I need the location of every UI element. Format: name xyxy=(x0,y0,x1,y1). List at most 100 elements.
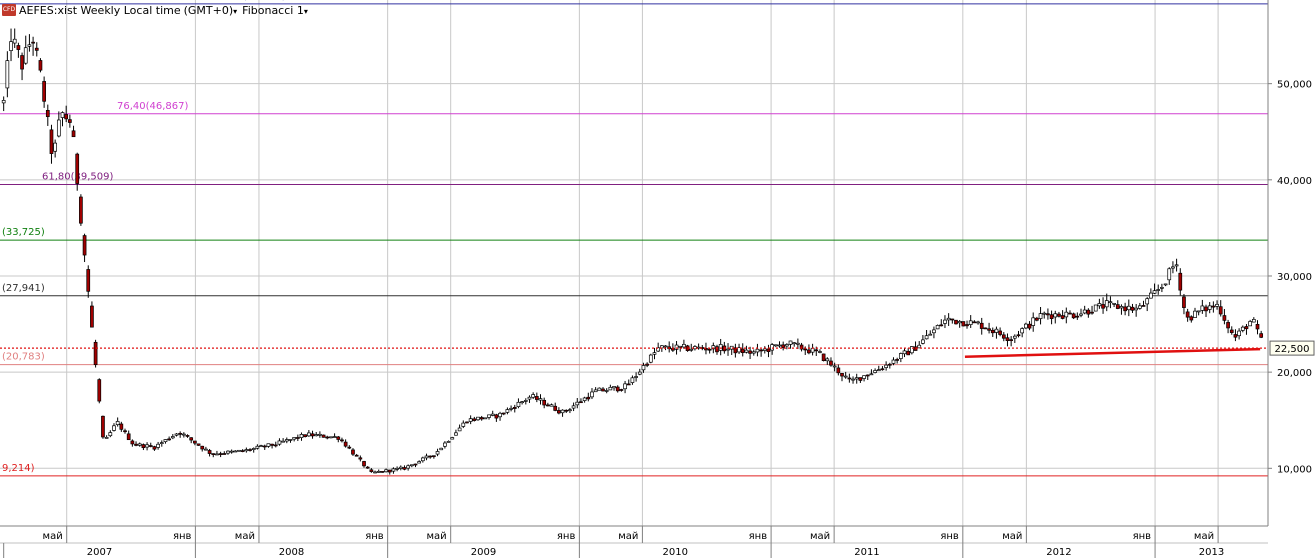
candle-body xyxy=(950,318,955,321)
candle-body xyxy=(398,466,403,469)
candle-body xyxy=(487,414,491,418)
candle-body xyxy=(1042,312,1047,315)
candle-body xyxy=(1035,317,1039,321)
candle-body xyxy=(446,441,451,443)
candle-body xyxy=(310,433,315,437)
candle-body xyxy=(75,153,80,184)
candle-body xyxy=(748,350,752,354)
candle-body xyxy=(946,317,951,321)
candle-body xyxy=(523,400,528,402)
candle-body xyxy=(943,319,947,324)
candle-body xyxy=(586,396,591,400)
candle-body xyxy=(1145,298,1150,305)
candle-body xyxy=(483,417,488,420)
candle-body xyxy=(222,453,227,455)
candle-body xyxy=(1178,272,1183,291)
candle-body xyxy=(1064,311,1069,318)
candle-body xyxy=(972,321,977,324)
candle-body xyxy=(248,449,252,451)
candle-body xyxy=(726,348,730,351)
candle-body xyxy=(796,342,800,345)
y-tick-label: 20,000 xyxy=(1277,368,1312,379)
candle-body xyxy=(295,437,300,439)
candle-body xyxy=(443,442,447,447)
candle-body xyxy=(207,450,212,454)
timezone-dropdown[interactable]: (GMT+0)▾ xyxy=(184,4,238,17)
candle-body xyxy=(1024,323,1028,329)
x-month-label: май xyxy=(1194,531,1214,542)
candle-body xyxy=(145,444,149,448)
candle-body xyxy=(1237,330,1241,337)
y-tick-label: 50,000 xyxy=(1277,80,1312,91)
candle-body xyxy=(851,378,855,381)
candle-body xyxy=(637,371,642,375)
candle-body xyxy=(623,383,627,390)
candle-body xyxy=(766,348,771,352)
candle-body xyxy=(86,269,91,292)
candle-body xyxy=(391,468,396,472)
candle-body xyxy=(887,363,892,366)
candle-body xyxy=(244,449,249,452)
candle-body xyxy=(1200,305,1205,311)
candle-body xyxy=(255,445,260,449)
candle-body xyxy=(137,443,142,446)
candle-body xyxy=(604,390,609,392)
candle-body xyxy=(718,344,723,351)
candle-body xyxy=(998,330,1002,335)
candle-body xyxy=(597,387,602,391)
candle-body xyxy=(1193,310,1197,318)
candle-body xyxy=(615,386,620,392)
candle-body xyxy=(204,448,208,451)
candle-body xyxy=(101,415,105,438)
price-chart[interactable]: 100,00(58,298)76,40(46,867)61,80(39,509)… xyxy=(0,0,1316,558)
candle-body xyxy=(976,321,980,324)
candle-body xyxy=(56,119,61,137)
candle-body xyxy=(1174,264,1179,267)
candle-body xyxy=(237,449,241,452)
candle-body xyxy=(612,386,616,389)
candle-body xyxy=(1108,301,1113,304)
x-year-label: 2007 xyxy=(87,547,112,558)
candle-body xyxy=(542,399,547,406)
y-tick-label: 10,000 xyxy=(1277,464,1312,475)
candle-body xyxy=(380,471,385,473)
candle-body xyxy=(148,445,153,447)
candle-body xyxy=(1071,313,1076,319)
study-dropdown[interactable]: Fibonacci 1▾ xyxy=(242,4,308,17)
candle-body xyxy=(277,440,282,445)
candle-body xyxy=(178,433,183,435)
candle-body xyxy=(1009,339,1013,341)
x-month-label: май xyxy=(427,531,447,542)
candle-body xyxy=(1248,321,1252,327)
candle-body xyxy=(420,457,425,462)
candle-body xyxy=(505,409,510,413)
candle-body xyxy=(170,436,175,439)
candle-body xyxy=(424,455,429,459)
candle-body xyxy=(1182,296,1186,308)
candle-body xyxy=(49,129,54,154)
candle-body xyxy=(1123,306,1127,312)
candle-body xyxy=(1046,313,1050,316)
candle-body xyxy=(1075,315,1080,318)
candle-body xyxy=(362,461,366,467)
candle-body xyxy=(20,55,24,70)
candle-body xyxy=(1112,302,1116,305)
candle-body xyxy=(108,432,113,437)
candle-body xyxy=(112,425,116,431)
candle-body xyxy=(553,405,558,411)
fib-level-label: (20,783) xyxy=(2,352,45,363)
candle-body xyxy=(645,363,649,366)
candle-body xyxy=(321,434,326,438)
candle-body xyxy=(1038,313,1043,319)
candle-body xyxy=(590,391,594,398)
candle-body xyxy=(792,342,797,345)
candle-body xyxy=(358,457,363,460)
candle-body xyxy=(119,423,124,430)
candle-body xyxy=(1255,323,1260,330)
candle-body xyxy=(104,437,109,439)
x-month-label: май xyxy=(43,531,63,542)
symbol-info: AEFES:xist Weekly Local time xyxy=(19,3,181,17)
candle-body xyxy=(869,373,874,376)
candle-body xyxy=(1093,304,1098,312)
timezone-label: (GMT+0) xyxy=(183,3,234,17)
